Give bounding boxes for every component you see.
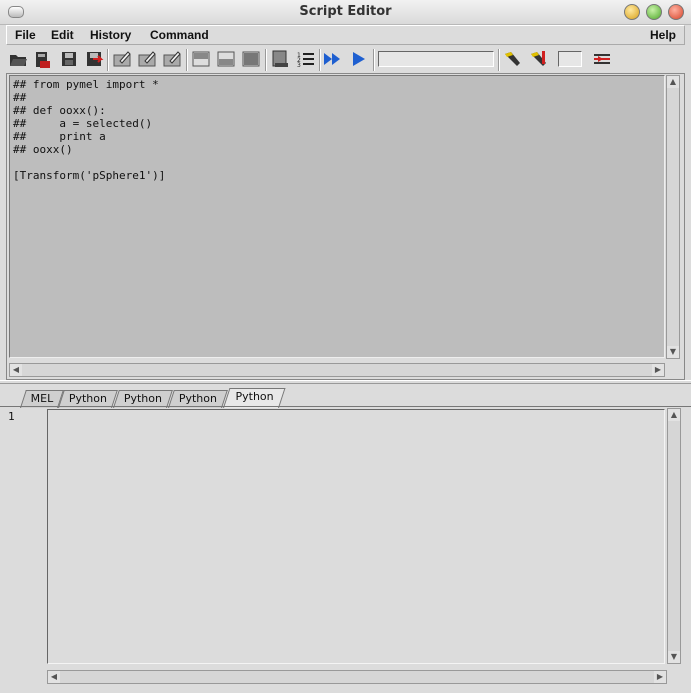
scroll-down-icon[interactable]: ▼ [667,346,679,358]
menu-bar: File Edit History Command Help [6,25,685,45]
clear-history-icon[interactable] [191,49,211,69]
show-stack-trace-icon[interactable] [162,49,182,69]
maximize-button[interactable] [646,4,662,20]
menu-file[interactable]: File [15,28,36,42]
close-button[interactable] [668,4,684,20]
search-field[interactable] [378,51,494,67]
go-to-line-field[interactable] [558,51,582,67]
tab-python-4[interactable]: Python [223,388,286,408]
title-bar[interactable]: Script Editor [0,0,691,25]
scroll-right-icon[interactable]: ▶ [652,364,664,376]
execute-all-icon[interactable] [322,49,342,69]
scroll-down-icon[interactable]: ▼ [668,651,680,663]
go-to-line-icon[interactable] [592,49,612,69]
scroll-up-icon[interactable]: ▲ [668,409,680,421]
scroll-up-icon[interactable]: ▲ [667,76,679,88]
menu-history[interactable]: History [90,28,131,42]
input-vertical-scrollbar[interactable]: ▲ ▼ [667,408,681,664]
menu-help[interactable]: Help [650,28,676,42]
script-input[interactable] [47,409,665,664]
show-line-numbers-history-icon[interactable] [137,49,157,69]
history-output[interactable]: ## from pymel import * ## ## def ooxx():… [9,75,665,358]
scroll-right-icon[interactable]: ▶ [654,671,666,683]
show-history-only-icon[interactable] [270,49,290,69]
minimize-button[interactable] [624,4,640,20]
svg-text:3: 3 [297,62,301,69]
menu-edit[interactable]: Edit [51,28,74,42]
language-tabs: MEL Python Python Python Python [6,388,685,408]
history-horizontal-scrollbar[interactable]: ◀ ▶ [9,363,665,377]
input-horizontal-scrollbar[interactable]: ◀ ▶ [47,670,667,684]
clear-input-icon[interactable] [216,49,236,69]
execute-icon[interactable] [349,49,369,69]
search-icon[interactable] [502,49,522,69]
echo-all-commands-icon[interactable] [112,49,132,69]
scroll-left-icon[interactable]: ◀ [10,364,22,376]
window-title: Script Editor [299,4,392,19]
search-replace-icon[interactable] [528,49,548,69]
pane-splitter[interactable] [0,380,691,384]
scroll-left-icon[interactable]: ◀ [48,671,60,683]
save-script-icon[interactable] [59,49,79,69]
open-script-icon[interactable] [8,49,28,69]
line-number-gutter: 1 [8,410,15,423]
input-panel: 1 ▲ ▼ ◀ ▶ [6,408,685,686]
save-script-to-shelf-icon[interactable] [84,49,104,69]
source-script-icon[interactable] [32,49,52,69]
clear-all-icon[interactable] [241,49,261,69]
history-vertical-scrollbar[interactable]: ▲ ▼ [666,75,680,359]
menu-command[interactable]: Command [150,28,209,42]
history-panel: ## from pymel import * ## ## def ooxx():… [6,73,685,380]
toolbar: 123 [6,47,685,73]
show-line-numbers-icon[interactable]: 123 [296,49,316,69]
